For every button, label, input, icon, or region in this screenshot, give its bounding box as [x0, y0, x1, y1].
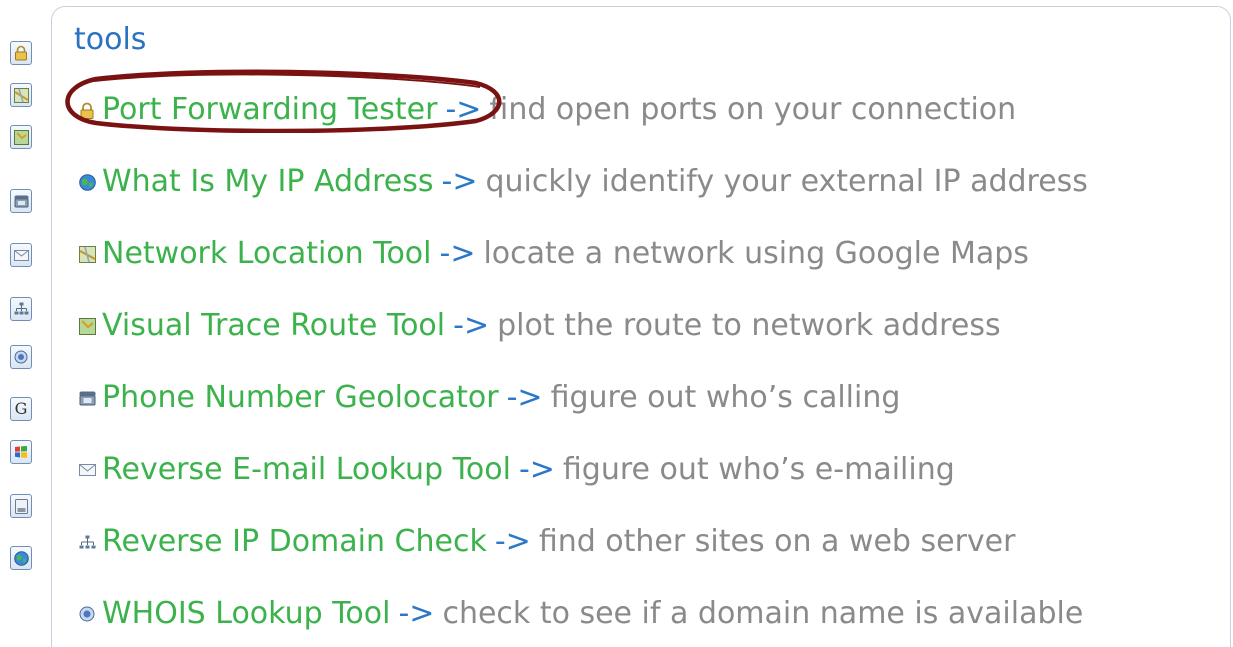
tool-link-what-is-my-ip-address[interactable]: What Is My IP Address: [102, 167, 434, 197]
tool-arrow: ->: [494, 524, 531, 559]
tool-description: figure out who’s e-mailing: [562, 452, 955, 487]
tool-description: plot the route to network address: [497, 308, 1001, 343]
tool-row: WHOIS Lookup Tool -> check to see if a d…: [78, 594, 1083, 634]
tool-link-visual-trace-route-tool[interactable]: Visual Trace Route Tool: [102, 311, 445, 341]
envelope-icon: [78, 461, 96, 479]
tool-link-reverse-email-lookup-tool[interactable]: Reverse E-mail Lookup Tool: [102, 455, 511, 485]
sidebar-toolbar: G: [0, 0, 50, 647]
sidebar-button-map[interactable]: [10, 83, 32, 107]
tool-description: figure out who’s calling: [550, 380, 901, 415]
panel-title: tools: [74, 22, 147, 57]
sidebar-button-email[interactable]: [10, 243, 32, 267]
network-icon: [78, 533, 96, 551]
tool-row: Reverse E-mail Lookup Tool -> figure out…: [78, 450, 955, 490]
lock-icon: [14, 45, 28, 61]
trace-route-icon: [78, 317, 96, 335]
tool-link-port-forwarding-tester[interactable]: Port Forwarding Tester: [102, 95, 437, 125]
tool-arrow: ->: [441, 164, 478, 199]
tool-link-whois-lookup-tool[interactable]: WHOIS Lookup Tool: [102, 599, 390, 629]
sidebar-button-phone[interactable]: [10, 189, 32, 213]
tool-row: Network Location Tool -> locate a networ…: [78, 234, 1029, 274]
tool-arrow: ->: [398, 596, 435, 631]
tool-arrow: ->: [518, 452, 555, 487]
tool-row: Visual Trace Route Tool -> plot the rout…: [78, 306, 1001, 346]
lock-icon: [78, 101, 96, 119]
globe-icon: [13, 550, 29, 566]
tool-link-reverse-ip-domain-check[interactable]: Reverse IP Domain Check: [102, 527, 487, 557]
map-icon: [13, 87, 29, 103]
tool-row: Port Forwarding Tester -> find open port…: [78, 90, 1016, 130]
sidebar-button-whois[interactable]: [10, 345, 32, 369]
network-icon: [14, 302, 29, 316]
phone-icon: [78, 389, 96, 407]
whois-icon: [14, 350, 28, 364]
sidebar-button-lock[interactable]: [10, 41, 32, 65]
trace-route-icon: [13, 129, 29, 145]
sidebar-button-google[interactable]: G: [10, 397, 32, 421]
tool-description: quickly identify your external IP addres…: [485, 164, 1088, 199]
whois-icon: [78, 605, 96, 623]
document-icon: [14, 498, 28, 514]
sidebar-button-document[interactable]: [10, 494, 32, 518]
windows-icon: [14, 445, 28, 459]
tool-link-phone-number-geolocator[interactable]: Phone Number Geolocator: [102, 383, 499, 413]
envelope-icon: [13, 249, 29, 261]
tool-description: find other sites on a web server: [538, 524, 1016, 559]
sidebar-button-windows[interactable]: [10, 440, 32, 464]
google-icon: G: [14, 399, 28, 418]
tools-panel: tools Port Forwarding Tester -> find ope…: [51, 6, 1231, 647]
tool-arrow: ->: [453, 308, 490, 343]
tool-description: find open ports on your connection: [489, 92, 1017, 127]
sidebar-button-globe[interactable]: [10, 546, 32, 570]
tool-arrow: ->: [506, 380, 543, 415]
tool-row: What Is My IP Address -> quickly identif…: [78, 162, 1088, 202]
tool-arrow: ->: [439, 236, 476, 271]
phone-icon: [14, 195, 29, 208]
page: G tools Port Forwarding Tester -> find o…: [0, 0, 1233, 647]
globe-icon: [78, 173, 96, 191]
tool-row: Phone Number Geolocator -> figure out wh…: [78, 378, 900, 418]
tool-description: locate a network using Google Maps: [483, 236, 1029, 271]
tool-arrow: ->: [445, 92, 482, 127]
tool-link-network-location-tool[interactable]: Network Location Tool: [102, 239, 432, 269]
sidebar-button-network[interactable]: [10, 297, 32, 321]
tool-description: check to see if a domain name is availab…: [442, 596, 1084, 631]
tool-row: Reverse IP Domain Check -> find other si…: [78, 522, 1015, 562]
map-icon: [78, 245, 96, 263]
sidebar-button-trace[interactable]: [10, 125, 32, 149]
